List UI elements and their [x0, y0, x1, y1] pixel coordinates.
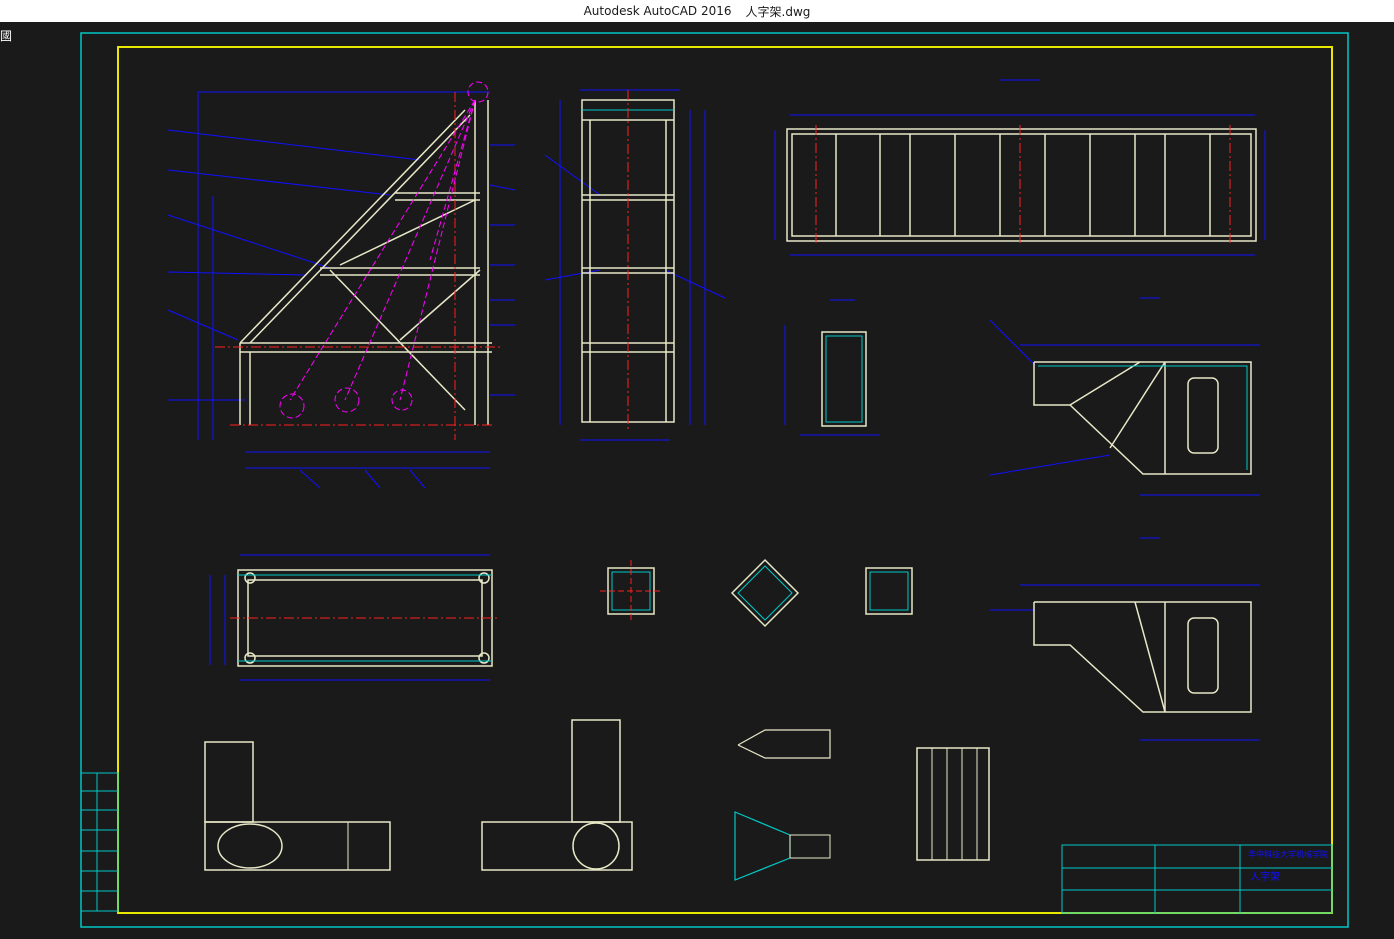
title-block-text: 华中科技大学机械学院 人字架 — [1248, 849, 1328, 883]
corner-joint-detail-left[interactable] — [204, 741, 391, 871]
side-view-column[interactable] — [544, 89, 726, 441]
drawing-canvas[interactable]: 华中科技大学机械学院 人字架 — [0, 22, 1394, 939]
company-name: 华中科技大学机械学院 — [1248, 849, 1328, 859]
document-name: 人字架.dwg — [745, 4, 811, 19]
section-square-tube-2[interactable] — [865, 567, 913, 615]
weld-detail-lower[interactable] — [734, 811, 831, 881]
plan-view-base[interactable] — [209, 554, 500, 681]
revision-strip — [80, 772, 119, 912]
drawing-title: 人字架 — [1250, 870, 1280, 883]
outer-border — [80, 32, 1349, 928]
corner-joint-detail-right[interactable] — [481, 719, 633, 871]
detail-view-gusset-lower[interactable] — [990, 537, 1260, 741]
main-view-triangle-frame[interactable] — [167, 81, 516, 489]
section-long-beam[interactable] — [774, 79, 1266, 256]
app-name: Autodesk AutoCAD 2016 — [583, 4, 732, 18]
section-small-channel[interactable] — [784, 299, 880, 436]
sheet-frame — [80, 32, 1349, 928]
section-square-tube-1[interactable] — [600, 560, 662, 622]
window-title-bar: Autodesk AutoCAD 2016 人字架.dwg — [0, 0, 1394, 22]
detail-view-gusset-upper[interactable] — [989, 297, 1260, 496]
weld-detail-upper[interactable] — [737, 729, 831, 759]
side-view-plates[interactable] — [916, 747, 990, 861]
inner-border — [117, 46, 1333, 914]
section-square-tube-rotated[interactable] — [730, 558, 800, 628]
